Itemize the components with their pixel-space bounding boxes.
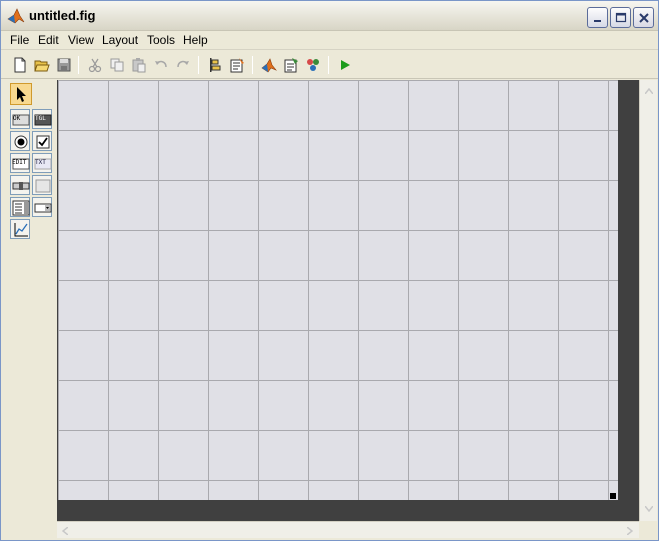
push-button-tool[interactable]: OK — [10, 109, 30, 129]
close-icon — [639, 13, 649, 23]
radio-button-icon — [14, 135, 28, 149]
toolbar-separator — [328, 56, 329, 74]
undo-button[interactable] — [151, 55, 171, 75]
toolbar — [1, 51, 658, 79]
menu-editor-button[interactable] — [227, 55, 247, 75]
matlab-logo-icon — [7, 7, 25, 25]
new-icon — [14, 57, 26, 73]
save-icon — [57, 58, 71, 72]
checkbox-icon — [36, 135, 50, 149]
slider-icon — [12, 182, 30, 190]
menu-layout[interactable]: Layout — [102, 33, 138, 47]
popup-menu-tool[interactable] — [32, 197, 52, 217]
copy-button[interactable] — [107, 55, 127, 75]
horizontal-scrollbar[interactable] — [57, 521, 639, 538]
object-browser-icon — [307, 59, 319, 71]
arrow-cursor-icon — [17, 87, 26, 102]
push-button-label: OK — [13, 115, 21, 122]
menu-editor-icon — [230, 58, 244, 73]
menu-view[interactable]: View — [68, 33, 94, 47]
static-text-label: TXT — [35, 159, 46, 166]
save-button[interactable] — [54, 55, 74, 75]
open-icon — [34, 60, 50, 72]
cut-icon — [88, 58, 102, 73]
frame-icon — [35, 179, 51, 193]
title-bar[interactable]: untitled.fig — [1, 1, 658, 31]
menu-tools[interactable]: Tools — [147, 33, 175, 47]
axes-tool[interactable] — [10, 219, 30, 239]
run-icon — [341, 60, 350, 70]
paste-button[interactable] — [129, 55, 149, 75]
guide-window: untitled.fig File Edit View Layout Tools… — [0, 0, 659, 541]
scroll-up-icon[interactable] — [645, 88, 653, 94]
cut-button[interactable] — [85, 55, 105, 75]
figure-resize-handle[interactable] — [610, 493, 616, 499]
object-browser-button[interactable] — [303, 55, 323, 75]
select-tool-button[interactable] — [10, 83, 32, 105]
figure-canvas[interactable] — [58, 80, 618, 500]
property-inspector-icon — [284, 58, 298, 73]
menu-edit[interactable]: Edit — [38, 33, 59, 47]
open-button[interactable] — [32, 55, 52, 75]
listbox-icon — [12, 200, 30, 216]
mfile-editor-button[interactable] — [259, 55, 279, 75]
edit-text-label: EDIT — [12, 159, 27, 166]
scroll-left-icon[interactable] — [62, 527, 68, 535]
toolbar-separator — [198, 56, 199, 74]
frame-tool[interactable] — [32, 175, 52, 195]
radio-button-tool[interactable] — [10, 131, 30, 151]
static-text-tool[interactable]: TXT — [32, 153, 52, 173]
menu-file[interactable]: File — [10, 33, 29, 47]
menu-help[interactable]: Help — [183, 33, 208, 47]
paste-icon — [132, 58, 146, 73]
align-objects-icon — [210, 58, 221, 72]
scrollbar-corner — [639, 521, 657, 538]
maximize-button[interactable] — [610, 7, 631, 28]
run-button[interactable] — [335, 55, 355, 75]
checkbox-tool[interactable] — [32, 131, 52, 151]
scroll-right-icon[interactable] — [627, 527, 633, 535]
new-button[interactable] — [10, 55, 30, 75]
edit-text-tool[interactable]: EDIT — [10, 153, 30, 173]
axes-icon — [14, 223, 28, 237]
minimize-icon — [594, 20, 601, 22]
layout-area — [57, 80, 639, 521]
toggle-button-tool[interactable]: TGL — [32, 109, 52, 129]
minimize-button[interactable] — [587, 7, 608, 28]
toolbar-separator — [78, 56, 79, 74]
mfile-editor-icon — [261, 58, 277, 73]
menu-bar: File Edit View Layout Tools Help — [1, 31, 658, 50]
slider-tool[interactable] — [10, 175, 30, 195]
component-palette: OK TGL EDIT TXT — [6, 81, 56, 521]
vertical-scrollbar[interactable] — [639, 80, 657, 521]
copy-icon — [110, 58, 124, 72]
maximize-icon — [615, 12, 627, 23]
scroll-down-icon[interactable] — [645, 506, 653, 512]
undo-icon — [155, 60, 167, 68]
redo-button[interactable] — [173, 55, 193, 75]
close-button[interactable] — [633, 7, 654, 28]
listbox-tool[interactable] — [10, 197, 30, 217]
property-inspector-button[interactable] — [281, 55, 301, 75]
toolbar-separator — [252, 56, 253, 74]
redo-icon — [177, 60, 189, 68]
align-objects-button[interactable] — [205, 55, 225, 75]
window-title: untitled.fig — [29, 8, 96, 23]
toggle-button-label: TGL — [35, 115, 46, 122]
popup-menu-icon — [34, 203, 52, 213]
